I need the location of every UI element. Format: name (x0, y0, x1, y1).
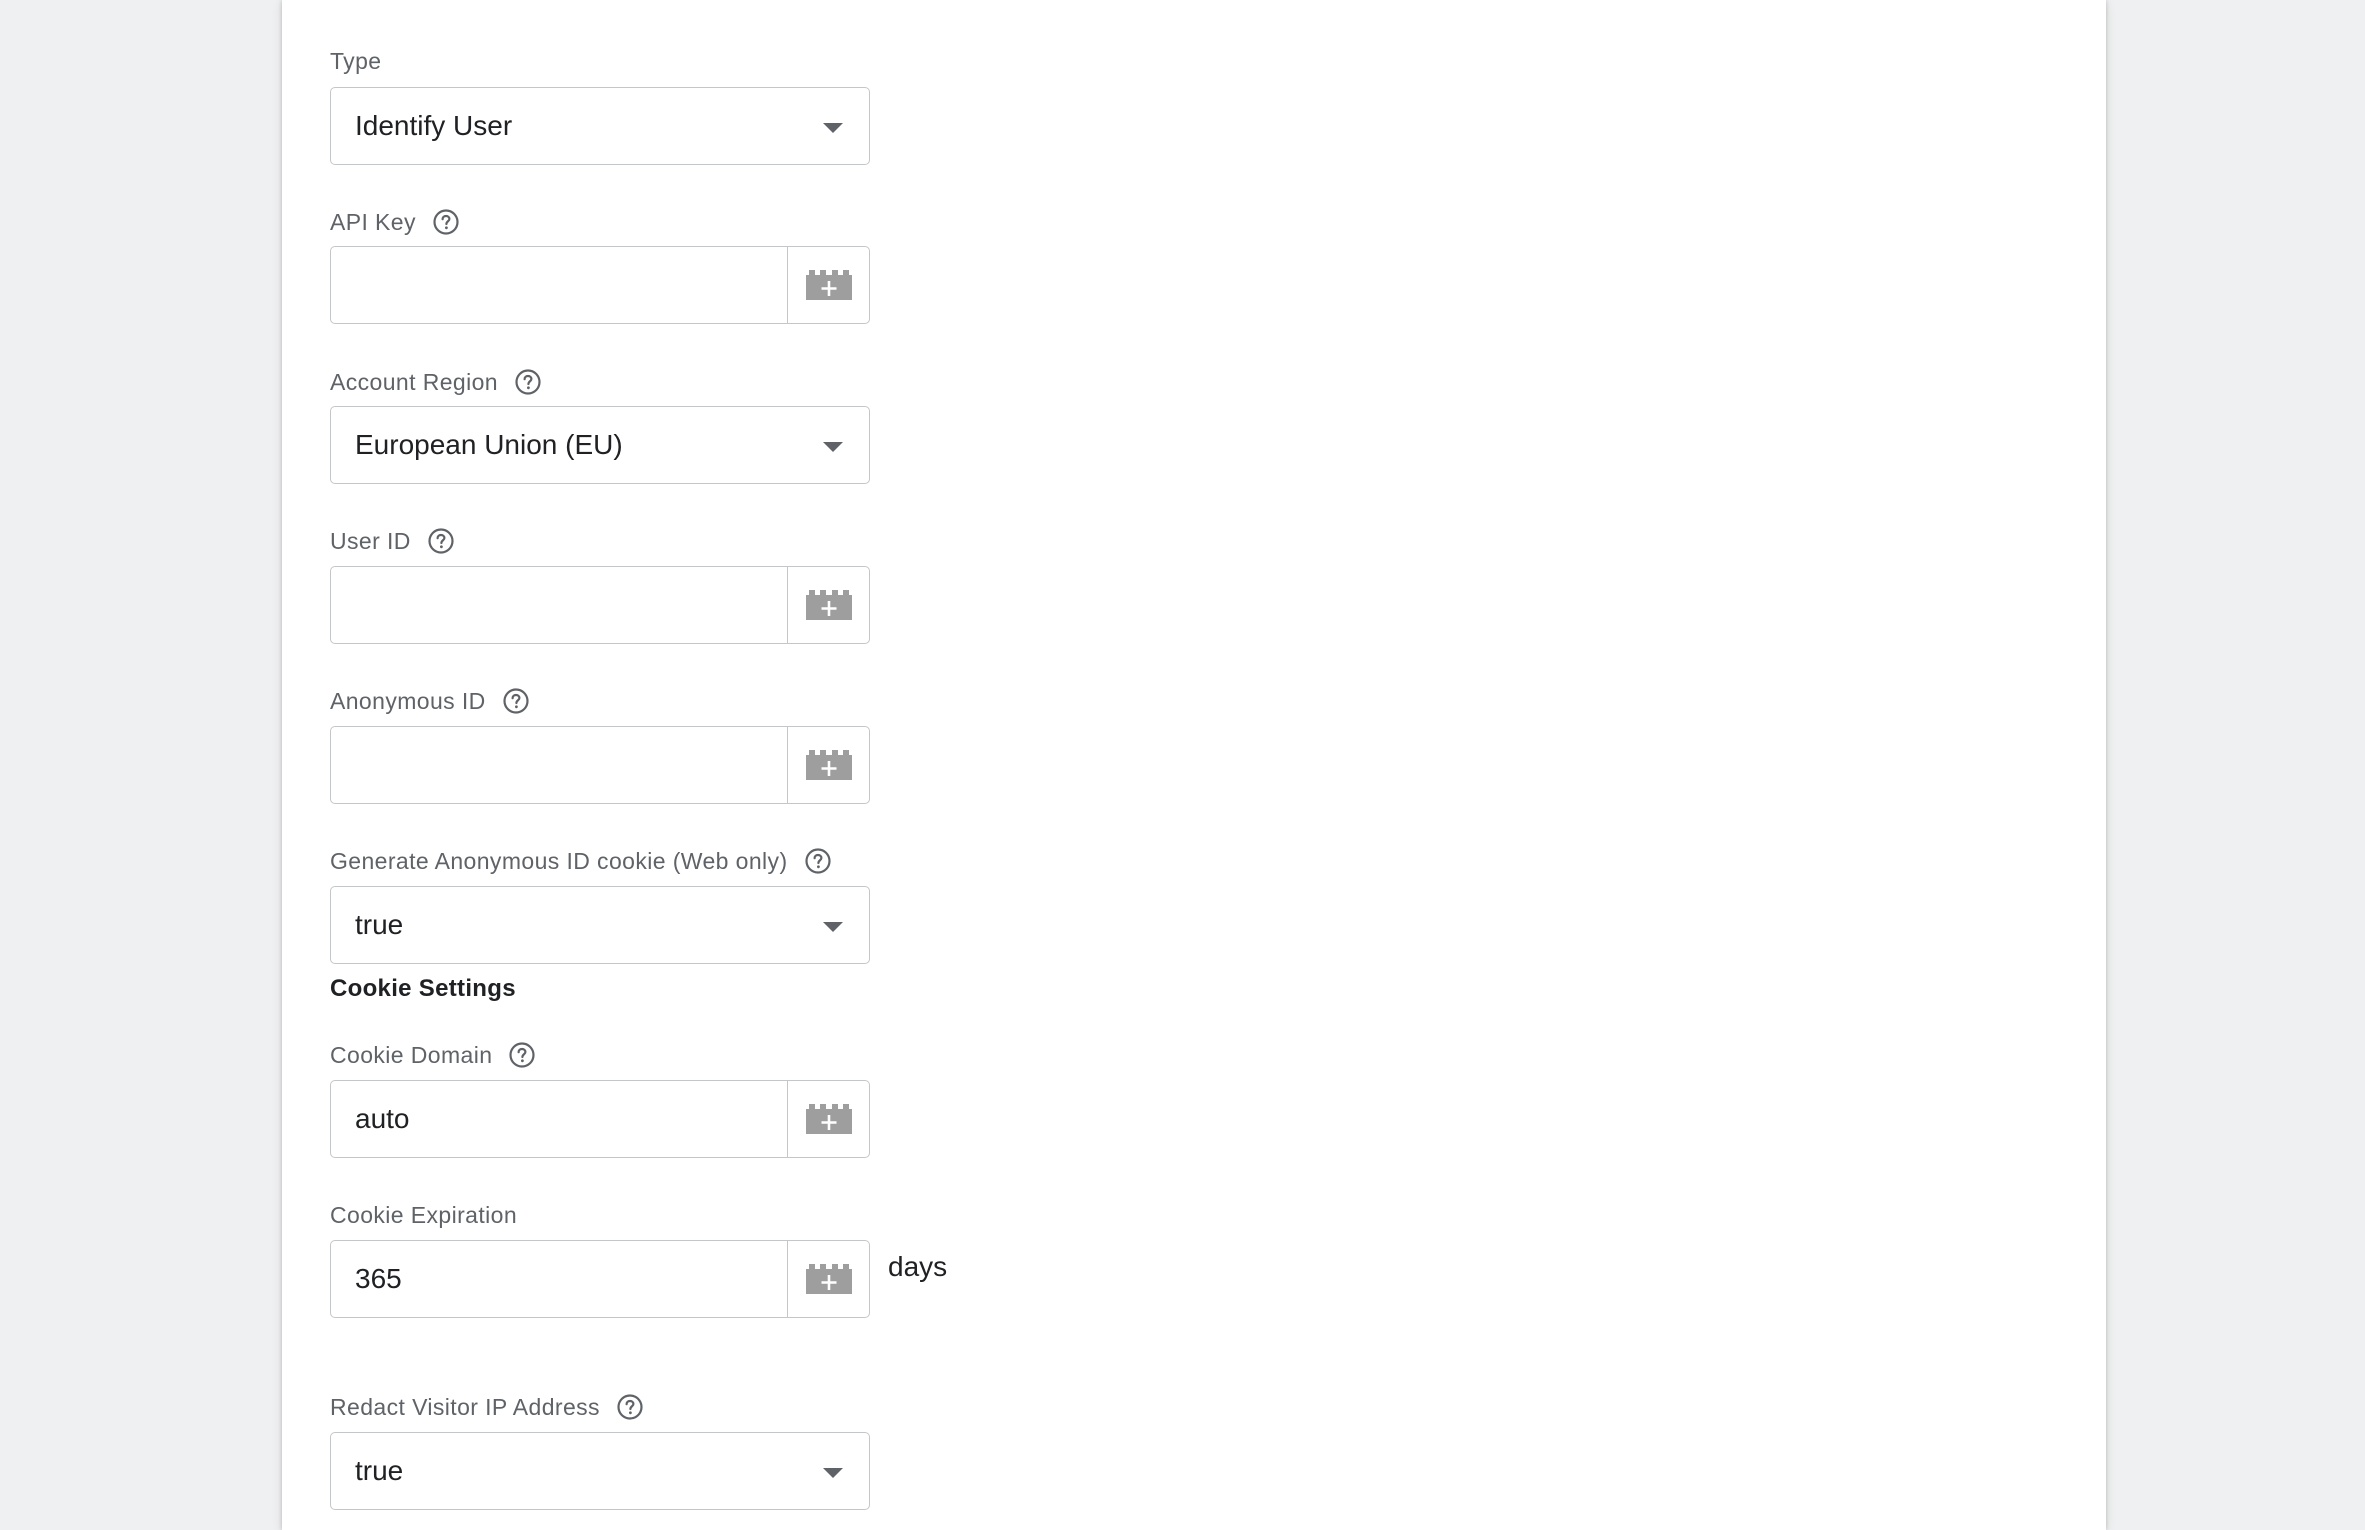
caret-down-icon (823, 122, 843, 133)
account-region-select[interactable]: European Union (EU) (330, 406, 870, 484)
cookie-domain-field (330, 1080, 870, 1158)
generate-cookie-label-text: Generate Anonymous ID cookie (Web only) (330, 847, 788, 874)
tag-configuration-panel: Type Identify User API Key Account Regio… (282, 0, 2106, 1530)
cookie-expiration-field (330, 1240, 870, 1318)
help-icon[interactable] (508, 1041, 536, 1069)
generate-cookie-select[interactable]: true (330, 886, 870, 964)
help-icon[interactable] (432, 208, 460, 236)
help-icon[interactable] (427, 527, 455, 555)
type-select-value: Identify User (355, 110, 513, 141)
anonymous-id-input[interactable] (331, 727, 788, 803)
user-id-variable-button[interactable] (788, 567, 869, 643)
account-region-label: Account Region (330, 365, 542, 399)
redact-ip-select[interactable]: true (330, 1432, 870, 1510)
generate-cookie-select-value: true (355, 909, 404, 940)
variable-brick-icon (805, 590, 852, 620)
type-select[interactable]: Identify User (330, 87, 870, 165)
cookie-expiration-label-text: Cookie Expiration (330, 1201, 518, 1228)
caret-down-icon (823, 921, 843, 932)
user-id-input[interactable] (331, 567, 788, 643)
caret-down-icon (823, 441, 843, 452)
help-icon[interactable] (804, 847, 832, 875)
api-key-label-text: API Key (330, 208, 416, 235)
variable-brick-icon (805, 270, 852, 300)
user-id-field (330, 566, 870, 644)
cookie-settings-heading: Cookie Settings (330, 975, 516, 1002)
cookie-domain-label: Cookie Domain (330, 1038, 536, 1072)
variable-brick-icon (805, 1264, 852, 1294)
redact-ip-select-value: true (355, 1455, 404, 1486)
type-label: Type (330, 44, 381, 78)
api-key-label: API Key (330, 205, 460, 239)
generate-cookie-label: Generate Anonymous ID cookie (Web only) (330, 844, 832, 878)
anonymous-id-label: Anonymous ID (330, 684, 530, 718)
user-id-label-text: User ID (330, 527, 411, 554)
cookie-domain-label-text: Cookie Domain (330, 1041, 493, 1068)
caret-down-icon (823, 1467, 843, 1478)
help-icon[interactable] (616, 1393, 644, 1421)
redact-ip-label-text: Redact Visitor IP Address (330, 1393, 600, 1420)
cookie-expiration-label: Cookie Expiration (330, 1198, 517, 1232)
anonymous-id-field (330, 726, 870, 804)
anonymous-id-variable-button[interactable] (788, 727, 869, 803)
cookie-expiration-variable-button[interactable] (788, 1241, 869, 1317)
api-key-input[interactable] (331, 247, 788, 323)
api-key-variable-button[interactable] (788, 247, 869, 323)
cookie-expiration-input[interactable] (331, 1241, 788, 1317)
cookie-expiration-unit: days (888, 1251, 948, 1282)
cookie-domain-input[interactable] (331, 1081, 788, 1157)
variable-brick-icon (805, 1104, 852, 1134)
help-icon[interactable] (514, 368, 542, 396)
account-region-label-text: Account Region (330, 368, 498, 395)
account-region-select-value: European Union (EU) (355, 429, 623, 460)
redact-ip-label: Redact Visitor IP Address (330, 1390, 644, 1424)
variable-brick-icon (805, 750, 852, 780)
cookie-domain-variable-button[interactable] (788, 1081, 869, 1157)
type-label-text: Type (330, 47, 382, 74)
help-icon[interactable] (502, 687, 530, 715)
anonymous-id-label-text: Anonymous ID (330, 687, 486, 714)
api-key-field (330, 246, 870, 324)
user-id-label: User ID (330, 524, 455, 558)
